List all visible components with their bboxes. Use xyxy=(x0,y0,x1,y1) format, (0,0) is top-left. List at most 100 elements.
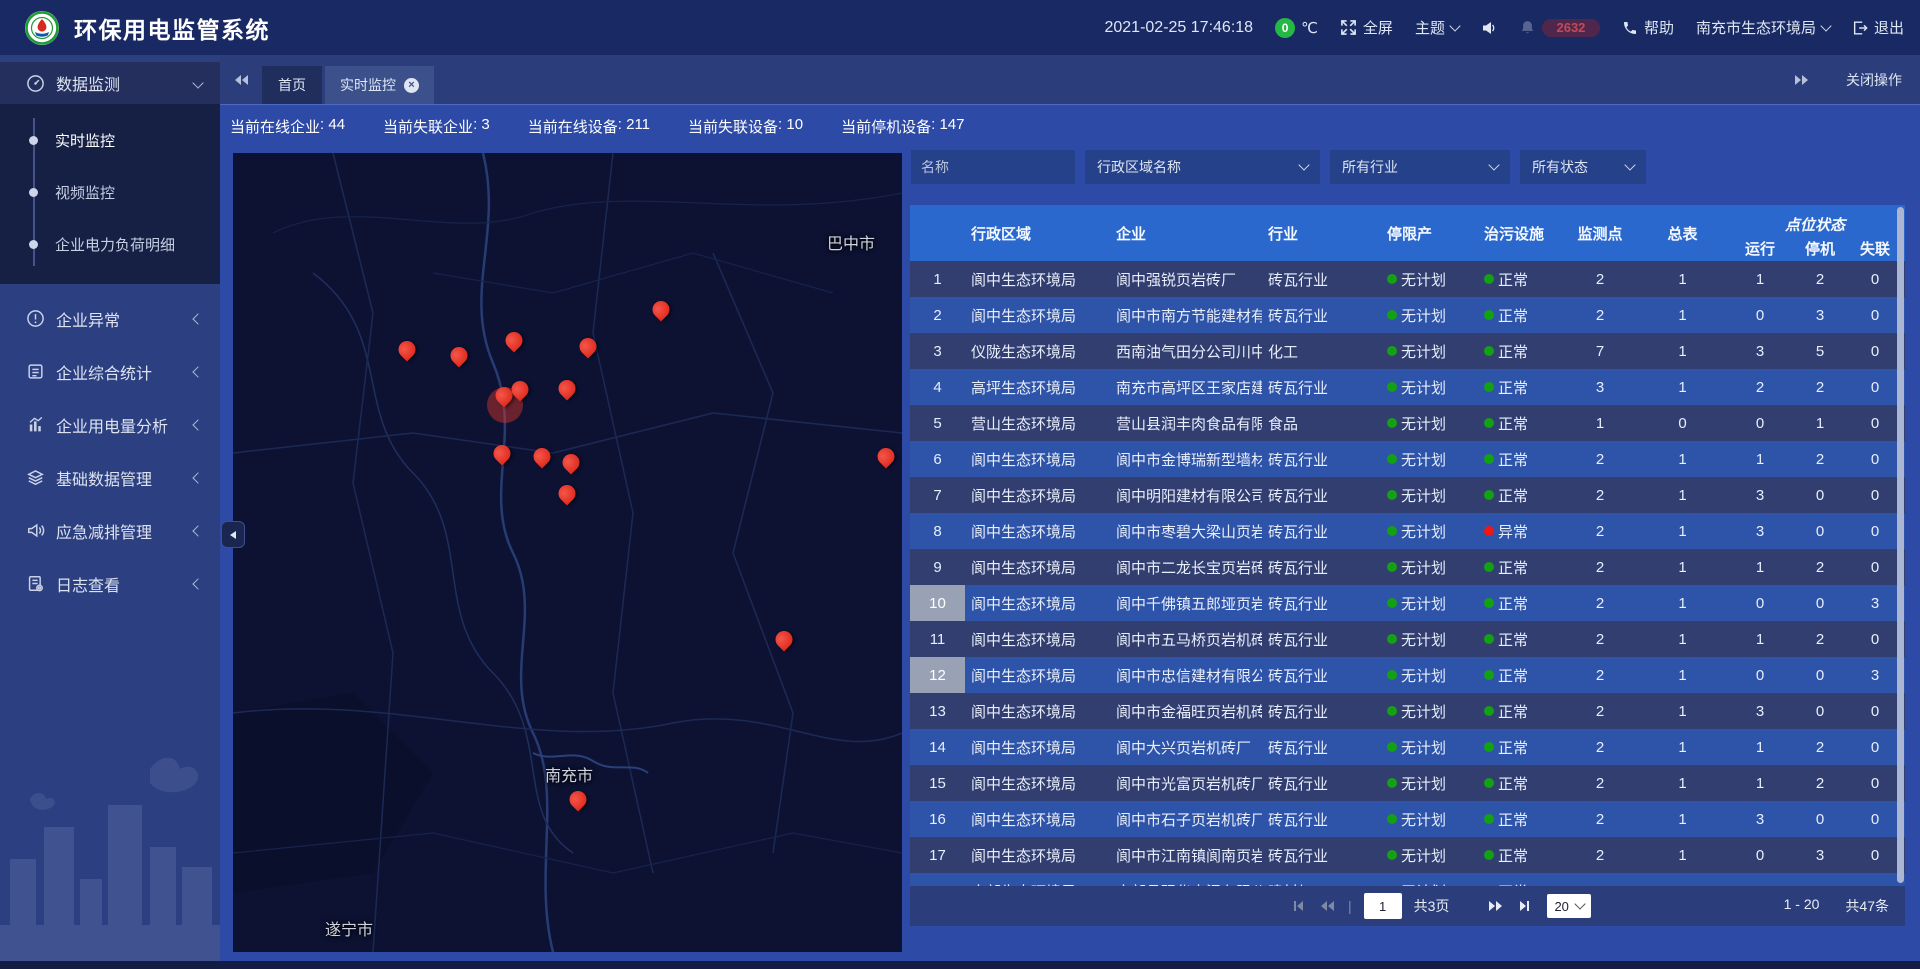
cell-lost: 0 xyxy=(1845,477,1905,513)
tabs: 首页实时监控× xyxy=(262,66,437,104)
close-operations-button[interactable]: 关闭操作 xyxy=(1846,70,1902,90)
help-button[interactable]: 帮助 xyxy=(1622,17,1674,38)
fullscreen-icon xyxy=(1340,19,1357,36)
cell-meter: 1 xyxy=(1640,585,1725,621)
status-filter-select[interactable]: 所有状态 xyxy=(1520,150,1646,184)
cell-region: 高坪生态环境局 xyxy=(965,369,1110,405)
table-row[interactable]: 3仪陇生态环境局西南油气田分公司川中化工无计划正常71350 xyxy=(910,333,1905,369)
status-dot-icon xyxy=(1484,274,1494,284)
table-row[interactable]: 14阆中生态环境局阆中大兴页岩机砖厂砖瓦行业无计划正常21120 xyxy=(910,729,1905,765)
cell-region: 阆中生态环境局 xyxy=(965,585,1110,621)
status-dot-icon xyxy=(1484,670,1494,680)
cell-region: 阆中生态环境局 xyxy=(965,693,1110,729)
bullet-dot-icon xyxy=(29,136,38,145)
tab-realtime[interactable]: 实时监控× xyxy=(325,66,434,104)
cell-lost: 3 xyxy=(1845,657,1905,693)
table-row[interactable]: 7阆中生态环境局阆中明阳建材有限公司砖瓦行业无计划正常21300 xyxy=(910,477,1905,513)
cell-seq: 4 xyxy=(910,369,965,405)
cell-seq: 1 xyxy=(910,261,965,297)
industry-filter-select[interactable]: 所有行业 xyxy=(1330,150,1510,184)
table-row[interactable]: 4高坪生态环境局南充市高坪区王家店建砖瓦行业无计划正常31220 xyxy=(910,369,1905,405)
header-actions: 2021-02-25 17:46:18 0 ℃ 全屏 主题 2632 xyxy=(1104,17,1904,38)
table-row[interactable]: 18南部生态环境局南部县砚华水泥有限公建材加工无计划正常21030 xyxy=(910,873,1905,886)
tabs-scroll-right-button[interactable] xyxy=(1795,75,1808,85)
tabs-scroll-left-button[interactable] xyxy=(235,75,248,85)
region-filter-select[interactable]: 行政区域名称 xyxy=(1085,150,1320,184)
cell-monitor: 2 xyxy=(1560,765,1640,801)
cell-run: 3 xyxy=(1725,513,1795,549)
pager-info: 1 - 20 共47条 xyxy=(1784,896,1889,916)
tab-home[interactable]: 首页 xyxy=(262,66,322,104)
table-row[interactable]: 13阆中生态环境局阆中市金福旺页岩机砖砖瓦行业无计划正常21300 xyxy=(910,693,1905,729)
table-row[interactable]: 17阆中生态环境局阆中市江南镇阆南页岩砖瓦行业无计划正常21030 xyxy=(910,837,1905,873)
sidebar-item-power-load-detail[interactable]: 企业电力负荷明细 xyxy=(0,218,220,270)
sidebar-item-power-usage-analysis[interactable]: 企业用电量分析 xyxy=(0,398,220,451)
table-row[interactable]: 10阆中生态环境局阆中千佛镇五郎垭页岩砖瓦行业无计划正常21003 xyxy=(910,585,1905,621)
sidebar-item-label: 日志查看 xyxy=(56,572,184,596)
logout-button[interactable]: 退出 xyxy=(1852,17,1904,38)
chevron-left-icon xyxy=(192,366,203,377)
cell-monitor: 2 xyxy=(1560,837,1640,873)
next-page-button[interactable] xyxy=(1489,901,1502,911)
cell-company: 阆中市金博瑞新型墙材 xyxy=(1110,441,1262,477)
prev-page-button[interactable] xyxy=(1321,901,1334,911)
table-row[interactable]: 5营山生态环境局营山县润丰肉食品有限食品无计划正常10010 xyxy=(910,405,1905,441)
table-row[interactable]: 11阆中生态环境局阆中市五马桥页岩机砖砖瓦行业无计划正常21120 xyxy=(910,621,1905,657)
theme-dropdown[interactable]: 主题 xyxy=(1415,17,1459,38)
sidebar-item-video-monitor[interactable]: 视频监控 xyxy=(0,166,220,218)
status-dot-icon xyxy=(1484,526,1494,536)
org-dropdown[interactable]: 南充市生态环境局 xyxy=(1696,17,1830,38)
cell-facility: 正常 xyxy=(1472,477,1560,513)
table-row[interactable]: 2阆中生态环境局阆中市南方节能建材有砖瓦行业无计划正常21030 xyxy=(910,297,1905,333)
cell-facility: 正常 xyxy=(1472,657,1560,693)
cell-stop-limit: 无计划 xyxy=(1375,657,1472,693)
cell-stop-limit: 无计划 xyxy=(1375,333,1472,369)
cell-lost: 0 xyxy=(1845,801,1905,837)
cell-monitor: 2 xyxy=(1560,513,1640,549)
page-number-input[interactable] xyxy=(1364,893,1402,919)
chevron-left-icon xyxy=(192,472,203,483)
cell-lost: 0 xyxy=(1845,837,1905,873)
sidebar-item-log-view[interactable]: 日志查看 xyxy=(0,557,220,610)
chevron-down-icon xyxy=(1820,20,1831,31)
table-scrollbar[interactable] xyxy=(1897,207,1904,883)
table-row[interactable]: 12阆中生态环境局阆中市忠信建材有限公砖瓦行业无计划正常21003 xyxy=(910,657,1905,693)
cell-facility: 正常 xyxy=(1472,801,1560,837)
sidebar-item-realtime-monitor[interactable]: 实时监控 xyxy=(0,114,220,166)
name-filter-input[interactable] xyxy=(911,150,1075,184)
sidebar-item-base-data-management[interactable]: 基础数据管理 xyxy=(0,451,220,504)
cell-region: 阆中生态环境局 xyxy=(965,549,1110,585)
table-row[interactable]: 15阆中生态环境局阆中市光富页岩机砖厂砖瓦行业无计划正常21120 xyxy=(910,765,1905,801)
cell-halt: 2 xyxy=(1795,549,1845,585)
cell-run: 1 xyxy=(1725,621,1795,657)
cell-halt: 0 xyxy=(1795,693,1845,729)
sidebar-item-emergency-reduction[interactable]: 应急减排管理 xyxy=(0,504,220,557)
cell-facility: 正常 xyxy=(1472,693,1560,729)
first-page-button[interactable] xyxy=(1294,901,1303,911)
cell-region: 南部生态环境局 xyxy=(965,873,1110,886)
table-row[interactable]: 1阆中生态环境局阆中强锐页岩砖厂砖瓦行业无计划正常21120 xyxy=(910,261,1905,297)
table-row[interactable]: 6阆中生态环境局阆中市金博瑞新型墙材砖瓦行业无计划正常21120 xyxy=(910,441,1905,477)
cell-seq: 16 xyxy=(910,801,965,837)
sidebar-item-enterprise-abnormal[interactable]: 企业异常 xyxy=(0,292,220,345)
page-size-select[interactable]: 20 xyxy=(1547,894,1590,918)
announce-button[interactable] xyxy=(1481,20,1497,36)
alarm-indicator[interactable]: 2632 xyxy=(1519,19,1600,37)
close-tab-icon[interactable]: × xyxy=(404,78,419,93)
table-row[interactable]: 8阆中生态环境局阆中市枣碧大梁山页岩砖瓦行业无计划异常21300 xyxy=(910,513,1905,549)
cell-stop-limit: 无计划 xyxy=(1375,765,1472,801)
cell-facility: 正常 xyxy=(1472,873,1560,886)
sidebar-item-enterprise-statistics[interactable]: 企业综合统计 xyxy=(0,345,220,398)
pagination-bar: | 共3页 20 1 - 20 共47条 xyxy=(910,886,1905,926)
cell-facility: 正常 xyxy=(1472,837,1560,873)
cell-meter: 1 xyxy=(1640,261,1725,297)
cell-industry: 砖瓦行业 xyxy=(1262,729,1375,765)
cell-stop-limit: 无计划 xyxy=(1375,477,1472,513)
table-row[interactable]: 16阆中生态环境局阆中市石子页岩机砖厂砖瓦行业无计划正常21300 xyxy=(910,801,1905,837)
last-page-button[interactable] xyxy=(1520,901,1529,911)
fullscreen-button[interactable]: 全屏 xyxy=(1340,17,1393,38)
map-collapse-button[interactable] xyxy=(221,521,245,548)
table-row[interactable]: 9阆中生态环境局阆中市二龙长宝页岩砖砖瓦行业无计划正常21120 xyxy=(910,549,1905,585)
sidebar-item-data-monitor[interactable]: 数据监测 xyxy=(0,62,220,104)
sidebar-item-label: 企业综合统计 xyxy=(56,360,184,384)
